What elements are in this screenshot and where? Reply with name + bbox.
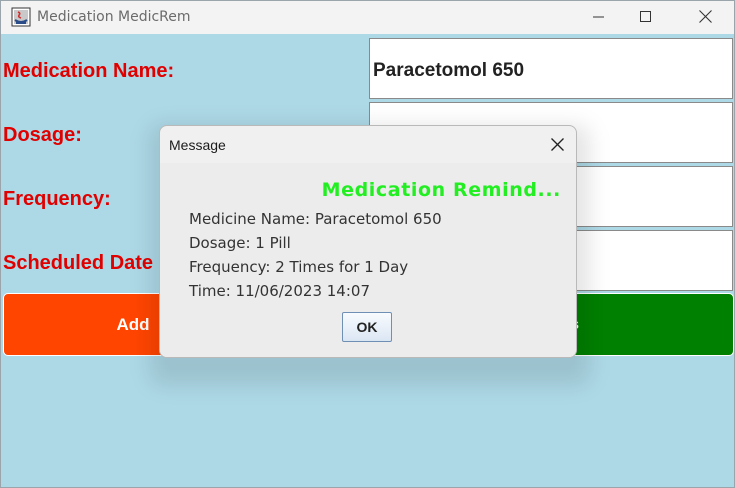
close-window-button[interactable]: [682, 1, 728, 33]
add-button-label: Add: [116, 314, 150, 334]
dialog-title: Message: [169, 137, 226, 153]
java-app-icon: [11, 7, 31, 27]
frequency-line: Frequency: 2 Times for 1 Day: [189, 258, 409, 276]
scheduled-date-label: Scheduled Date a: [3, 252, 170, 274]
medication-name-field[interactable]: Paracetomol 650: [369, 38, 733, 99]
medication-name-label: Medication Name:: [3, 60, 175, 82]
dialog-heading: Medication Remind...: [321, 179, 561, 201]
dialog-body: Medication Remind... Medicine Name: Para…: [160, 163, 576, 357]
minimize-button[interactable]: [576, 1, 622, 33]
maximize-icon: [640, 8, 652, 27]
minimize-icon: [593, 8, 605, 27]
medicine-name-line: Medicine Name: Paracetomol 650: [189, 210, 442, 228]
dosage-label: Dosage:: [3, 124, 82, 146]
dialog-close-button[interactable]: [542, 131, 572, 159]
window-title: Medication MedicRem: [37, 9, 191, 25]
time-line: Time: 11/06/2023 14:07: [189, 282, 370, 300]
title-bar[interactable]: Medication MedicRem: [1, 1, 734, 34]
close-icon: [550, 136, 564, 155]
message-dialog: Message Medication Remind... Medicine Na…: [159, 125, 577, 358]
ok-button[interactable]: OK: [342, 312, 392, 342]
dosage-line: Dosage: 1 Pill: [189, 234, 291, 252]
close-icon: [698, 8, 712, 27]
maximize-button[interactable]: [623, 1, 669, 33]
frequency-label: Frequency:: [3, 188, 111, 210]
